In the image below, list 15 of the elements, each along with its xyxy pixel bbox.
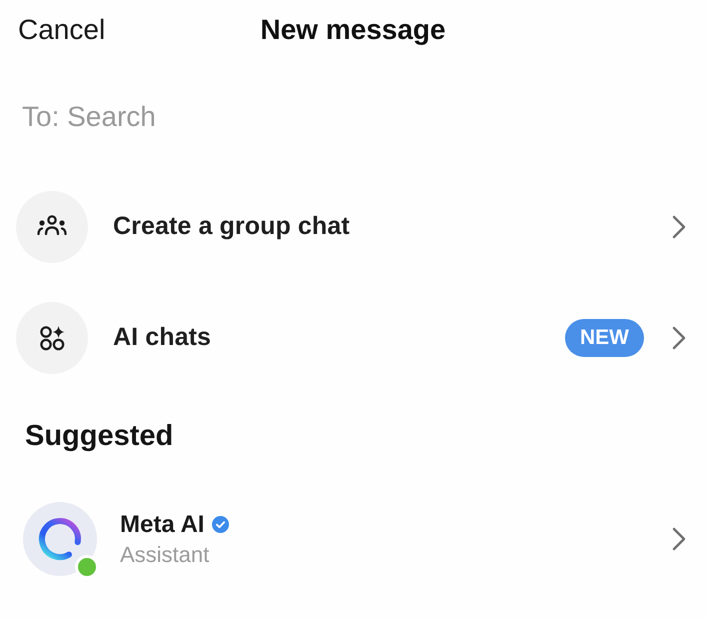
chevron-right-icon xyxy=(672,527,686,551)
screen-title: New message xyxy=(260,14,446,46)
option-label[interactable]: Create a group chat xyxy=(113,212,350,241)
option-label[interactable]: AI chats xyxy=(113,323,212,352)
group-people-icon xyxy=(16,190,88,262)
cancel-button[interactable]: Cancel xyxy=(18,14,106,46)
search-field[interactable]: To: Search xyxy=(22,90,686,144)
chevron-right-icon xyxy=(672,214,686,238)
ring-avatar-icon xyxy=(22,501,98,577)
contact-name[interactable]: Meta AI xyxy=(120,510,204,538)
new-badge: NEW xyxy=(565,318,644,356)
circles-sparkle-icon xyxy=(16,302,88,374)
chevron-right-icon xyxy=(672,326,686,350)
contact-subtitle: Assistant xyxy=(120,542,210,568)
section-heading: Suggested xyxy=(25,419,174,454)
